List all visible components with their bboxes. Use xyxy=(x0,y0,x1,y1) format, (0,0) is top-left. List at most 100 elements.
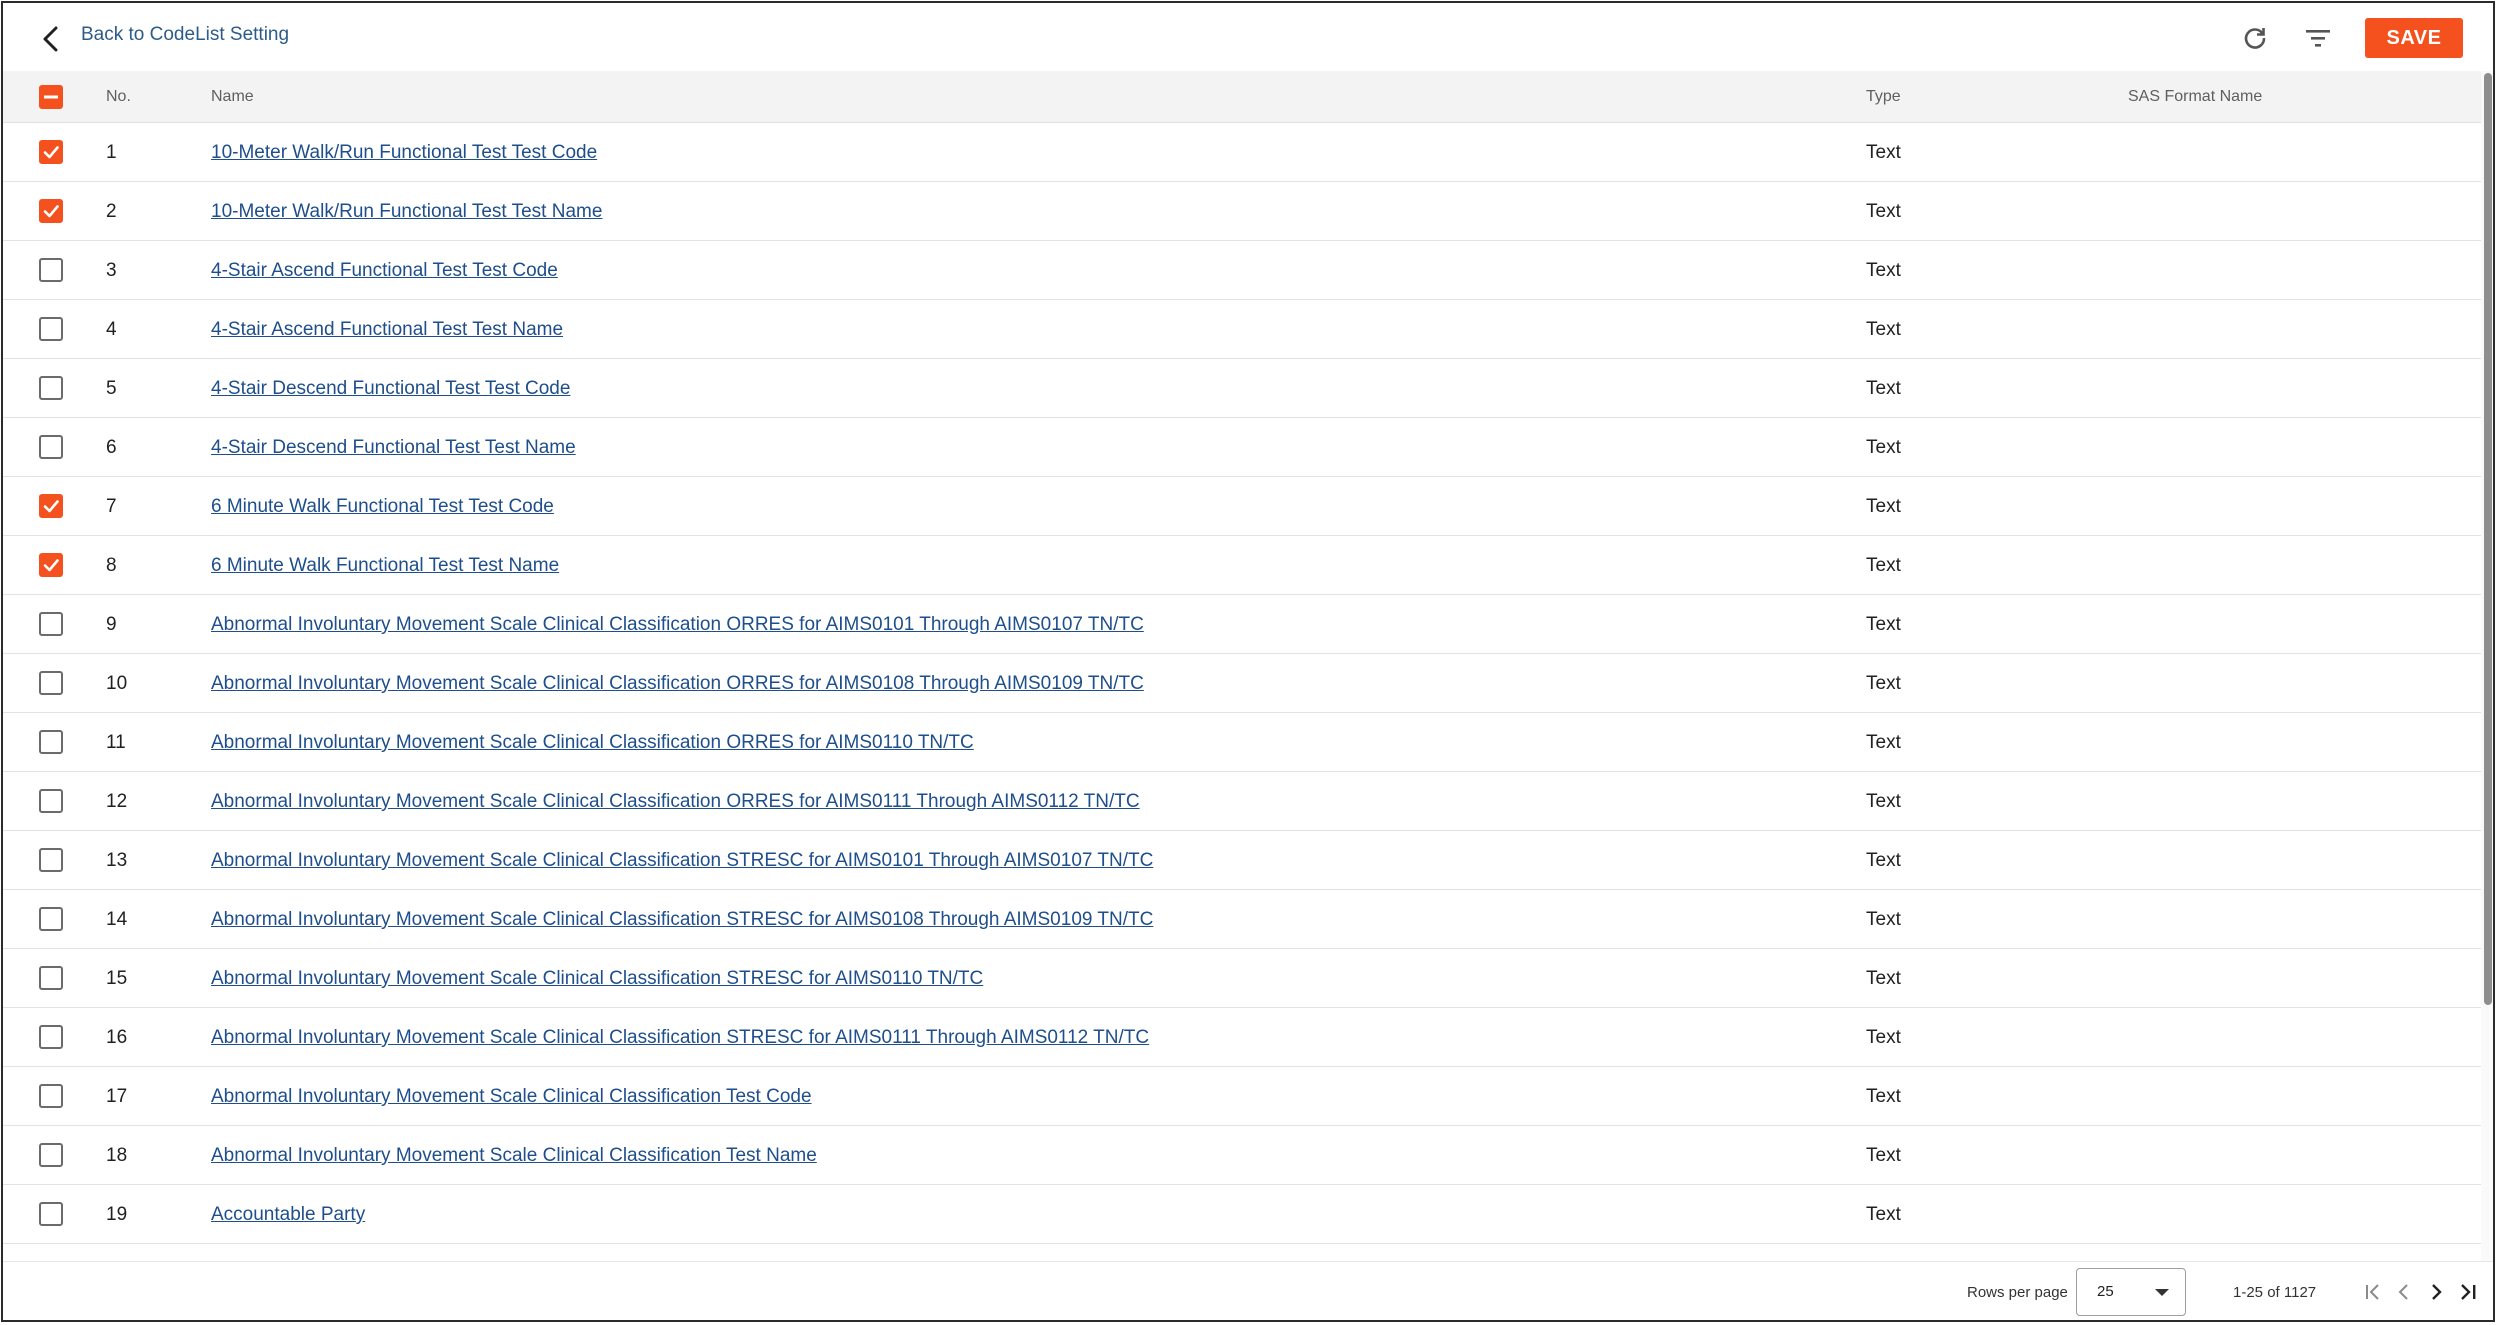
row-checkbox[interactable] xyxy=(39,612,63,636)
rows-per-page-label: Rows per page xyxy=(1967,1284,2068,1301)
row-checkbox[interactable] xyxy=(39,1143,63,1167)
cell-name-link[interactable]: Abnormal Involuntary Movement Scale Clin… xyxy=(211,909,1153,931)
row-checkbox[interactable] xyxy=(39,553,63,577)
table-row[interactable]: 16 Abnormal Involuntary Movement Scale Cl… xyxy=(3,1008,2481,1067)
app-window: Back to CodeList Setting SAVE No. Name T… xyxy=(1,1,2495,1322)
column-header-sas-format-name[interactable]: SAS Format Name xyxy=(2128,88,2262,106)
table-row[interactable]: 10 Abnormal Involuntary Movement Scale Cl… xyxy=(3,654,2481,713)
table-row[interactable]: 13 Abnormal Involuntary Movement Scale Cl… xyxy=(3,831,2481,890)
table-row[interactable]: 3 4-Stair Ascend Functional Test Test Cod… xyxy=(3,241,2481,300)
row-checkbox[interactable] xyxy=(39,1202,63,1226)
cell-name-link[interactable]: 6 Minute Walk Functional Test Test Code xyxy=(211,496,554,518)
cell-name-link[interactable]: Abnormal Involuntary Movement Scale Clin… xyxy=(211,968,983,990)
cell-name-link[interactable]: 4-Stair Ascend Functional Test Test Code xyxy=(211,260,558,282)
table-row[interactable]: 2 10-Meter Walk/Run Functional Test Test … xyxy=(3,182,2481,241)
table-row[interactable]: 6 4-Stair Descend Functional Test Test Na… xyxy=(3,418,2481,477)
column-header-name[interactable]: Name xyxy=(211,88,254,106)
column-header-no[interactable]: No. xyxy=(106,88,131,106)
cell-no: 19 xyxy=(106,1204,128,1225)
cell-no: 6 xyxy=(106,437,117,458)
table-row[interactable]: 1 10-Meter Walk/Run Functional Test Test … xyxy=(3,123,2481,182)
row-checkbox[interactable] xyxy=(39,494,63,518)
cell-name-link[interactable]: 4-Stair Descend Functional Test Test Nam… xyxy=(211,437,576,459)
next-page-icon[interactable] xyxy=(2421,1276,2451,1308)
table-row[interactable]: 18 Abnormal Involuntary Movement Scale Cl… xyxy=(3,1126,2481,1185)
row-checkbox[interactable] xyxy=(39,730,63,754)
cell-name-link[interactable]: Abnormal Involuntary Movement Scale Clin… xyxy=(211,850,1153,872)
cell-type: Text xyxy=(1866,378,1901,399)
row-checkbox[interactable] xyxy=(39,199,63,223)
table-row[interactable]: 14 Abnormal Involuntary Movement Scale Cl… xyxy=(3,890,2481,949)
last-page-icon[interactable] xyxy=(2453,1276,2483,1308)
cell-no: 2 xyxy=(106,201,117,222)
cell-name-link[interactable]: Abnormal Involuntary Movement Scale Clin… xyxy=(211,673,1144,695)
scrollbar-thumb[interactable] xyxy=(2484,73,2492,1005)
table-row[interactable]: 8 6 Minute Walk Functional Test Test Name… xyxy=(3,536,2481,595)
cell-no: 13 xyxy=(106,850,128,871)
row-checkbox[interactable] xyxy=(39,317,63,341)
cell-name-link[interactable]: 10-Meter Walk/Run Functional Test Test N… xyxy=(211,201,602,223)
cell-no: 12 xyxy=(106,791,128,812)
cell-no: 11 xyxy=(106,732,126,753)
table-row[interactable]: 7 6 Minute Walk Functional Test Test Code… xyxy=(3,477,2481,536)
cell-type: Text xyxy=(1866,1027,1901,1048)
pagination-footer: Rows per page 25 1-25 of 1127 xyxy=(3,1261,2493,1320)
select-all-checkbox[interactable] xyxy=(39,85,63,109)
cell-no: 17 xyxy=(106,1086,128,1107)
table-row[interactable]: 19 Accountable Party Text xyxy=(3,1185,2481,1244)
cell-name-link[interactable]: Abnormal Involuntary Movement Scale Clin… xyxy=(211,614,1144,636)
table-row[interactable]: 12 Abnormal Involuntary Movement Scale Cl… xyxy=(3,772,2481,831)
row-checkbox[interactable] xyxy=(39,140,63,164)
row-checkbox[interactable] xyxy=(39,966,63,990)
row-checkbox[interactable] xyxy=(39,376,63,400)
table-row[interactable] xyxy=(3,1244,2481,1261)
row-checkbox[interactable] xyxy=(39,789,63,813)
first-page-icon[interactable] xyxy=(2358,1276,2388,1308)
page-header: Back to CodeList Setting SAVE xyxy=(3,3,2493,71)
table-row[interactable]: 4 4-Stair Ascend Functional Test Test Nam… xyxy=(3,300,2481,359)
vertical-scrollbar[interactable] xyxy=(2481,71,2493,1261)
cell-name-link[interactable]: Abnormal Involuntary Movement Scale Clin… xyxy=(211,1145,817,1167)
cell-name-link[interactable]: 10-Meter Walk/Run Functional Test Test C… xyxy=(211,142,597,164)
previous-page-icon[interactable] xyxy=(2389,1276,2419,1308)
cell-type: Text xyxy=(1866,142,1901,163)
back-to-codelist-link[interactable]: Back to CodeList Setting xyxy=(81,24,289,46)
rows-per-page-select[interactable]: 25 xyxy=(2076,1268,2186,1316)
cell-name-link[interactable]: Accountable Party xyxy=(211,1204,365,1226)
row-checkbox[interactable] xyxy=(39,907,63,931)
cell-name-link[interactable]: Abnormal Involuntary Movement Scale Clin… xyxy=(211,732,974,754)
table-row[interactable]: 15 Abnormal Involuntary Movement Scale Cl… xyxy=(3,949,2481,1008)
row-checkbox[interactable] xyxy=(39,1084,63,1108)
table-row[interactable]: 5 4-Stair Descend Functional Test Test Co… xyxy=(3,359,2481,418)
table-row[interactable]: 9 Abnormal Involuntary Movement Scale Cli… xyxy=(3,595,2481,654)
cell-name-link[interactable]: 4-Stair Descend Functional Test Test Cod… xyxy=(211,378,570,400)
cell-name-link[interactable]: 6 Minute Walk Functional Test Test Name xyxy=(211,555,559,577)
filter-icon[interactable] xyxy=(2298,18,2338,58)
row-checkbox[interactable] xyxy=(39,671,63,695)
refresh-icon[interactable] xyxy=(2235,18,2275,58)
save-button[interactable]: SAVE xyxy=(2365,18,2463,58)
table-row[interactable]: 11 Abnormal Involuntary Movement Scale Cl… xyxy=(3,713,2481,772)
cell-name-link[interactable]: Abnormal Involuntary Movement Scale Clin… xyxy=(211,791,1140,813)
row-checkbox[interactable] xyxy=(39,435,63,459)
cell-no: 15 xyxy=(106,968,128,989)
cell-no: 7 xyxy=(106,496,117,517)
row-checkbox[interactable] xyxy=(39,258,63,282)
cell-name-link[interactable]: Abnormal Involuntary Movement Scale Clin… xyxy=(211,1027,1149,1049)
table-header: No. Name Type SAS Format Name xyxy=(3,71,2481,123)
cell-type: Text xyxy=(1866,909,1901,930)
rows-per-page-value: 25 xyxy=(2097,1283,2114,1300)
table-row[interactable]: 17 Abnormal Involuntary Movement Scale Cl… xyxy=(3,1067,2481,1126)
cell-type: Text xyxy=(1866,1086,1901,1107)
cell-name-link[interactable]: 4-Stair Ascend Functional Test Test Name xyxy=(211,319,563,341)
row-checkbox[interactable] xyxy=(39,848,63,872)
cell-name-link[interactable]: Abnormal Involuntary Movement Scale Clin… xyxy=(211,1086,812,1108)
cell-no: 1 xyxy=(106,142,117,163)
row-checkbox[interactable] xyxy=(39,1025,63,1049)
cell-no: 3 xyxy=(106,260,117,281)
pagination-range: 1-25 of 1127 xyxy=(2233,1284,2317,1301)
column-header-type[interactable]: Type xyxy=(1866,88,1901,106)
back-arrow-icon[interactable] xyxy=(31,19,71,59)
cell-type: Text xyxy=(1866,673,1901,694)
cell-no: 16 xyxy=(106,1027,128,1048)
